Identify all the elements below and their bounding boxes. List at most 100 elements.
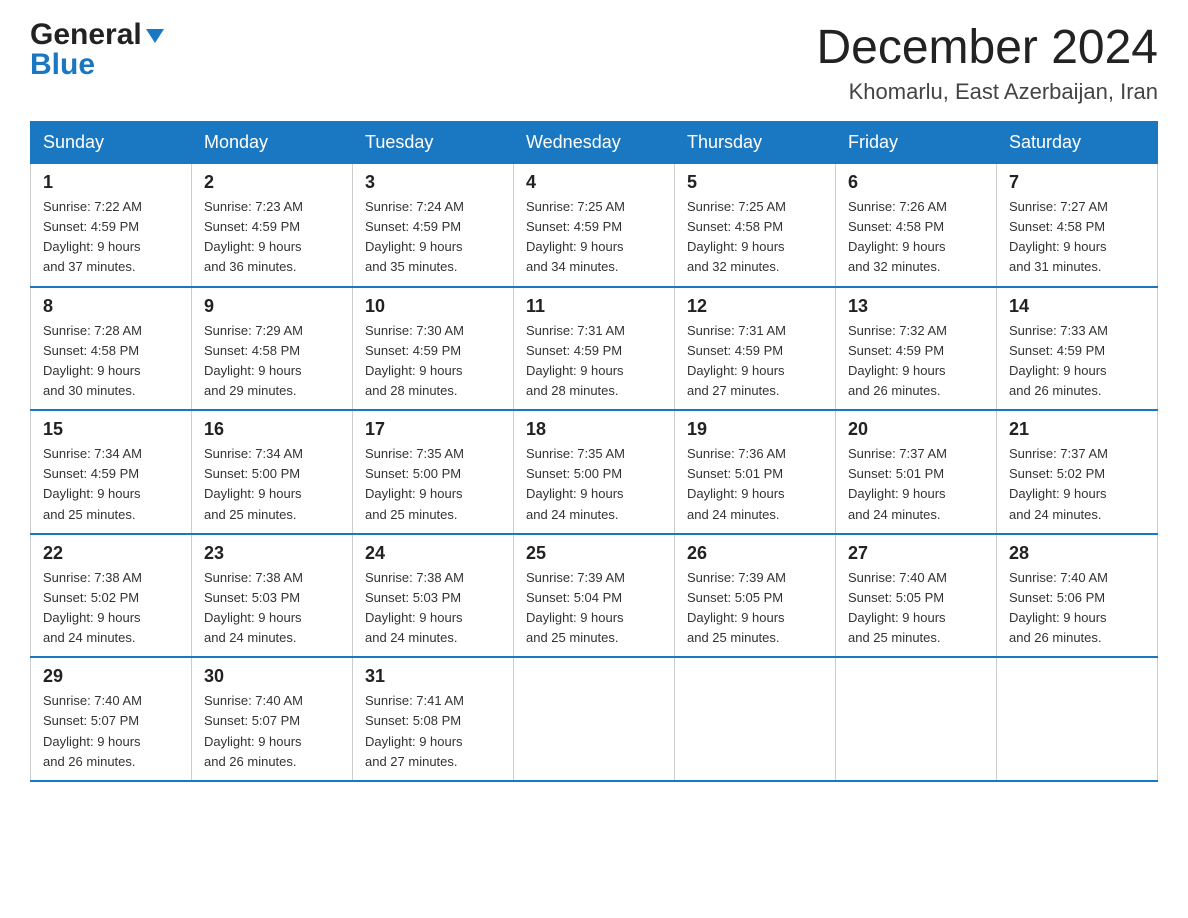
day-info: Sunrise: 7:40 AMSunset: 5:05 PMDaylight:… <box>848 568 984 649</box>
calendar-table: SundayMondayTuesdayWednesdayThursdayFrid… <box>30 121 1158 782</box>
logo-general-text: General <box>30 20 142 50</box>
day-info: Sunrise: 7:30 AMSunset: 4:59 PMDaylight:… <box>365 321 501 402</box>
day-number: 1 <box>43 172 179 193</box>
day-number: 14 <box>1009 296 1145 317</box>
day-info: Sunrise: 7:31 AMSunset: 4:59 PMDaylight:… <box>687 321 823 402</box>
day-number: 23 <box>204 543 340 564</box>
calendar-cell: 2 Sunrise: 7:23 AMSunset: 4:59 PMDaylight… <box>192 164 353 287</box>
day-number: 21 <box>1009 419 1145 440</box>
calendar-cell: 22 Sunrise: 7:38 AMSunset: 5:02 PMDayligh… <box>31 534 192 658</box>
day-number: 30 <box>204 666 340 687</box>
day-number: 20 <box>848 419 984 440</box>
day-number: 6 <box>848 172 984 193</box>
calendar-cell: 15 Sunrise: 7:34 AMSunset: 4:59 PMDayligh… <box>31 410 192 534</box>
page-header: General Blue December 2024 Khomarlu, Eas… <box>30 20 1158 105</box>
calendar-cell: 23 Sunrise: 7:38 AMSunset: 5:03 PMDayligh… <box>192 534 353 658</box>
calendar-cell: 31 Sunrise: 7:41 AMSunset: 5:08 PMDayligh… <box>353 657 514 781</box>
calendar-cell: 8 Sunrise: 7:28 AMSunset: 4:58 PMDaylight… <box>31 287 192 411</box>
calendar-cell <box>997 657 1158 781</box>
day-info: Sunrise: 7:27 AMSunset: 4:58 PMDaylight:… <box>1009 197 1145 278</box>
calendar-cell: 11Sunrise: 7:31 AMSunset: 4:59 PMDayligh… <box>514 287 675 411</box>
day-number: 26 <box>687 543 823 564</box>
day-info: Sunrise: 7:40 AMSunset: 5:07 PMDaylight:… <box>43 691 179 772</box>
calendar-week-row: 1Sunrise: 7:22 AMSunset: 4:59 PMDaylight… <box>31 164 1158 287</box>
day-info: Sunrise: 7:36 AMSunset: 5:01 PMDaylight:… <box>687 444 823 525</box>
day-info: Sunrise: 7:39 AMSunset: 5:05 PMDaylight:… <box>687 568 823 649</box>
day-number: 3 <box>365 172 501 193</box>
day-info: Sunrise: 7:38 AMSunset: 5:03 PMDaylight:… <box>365 568 501 649</box>
calendar-cell: 30 Sunrise: 7:40 AMSunset: 5:07 PMDayligh… <box>192 657 353 781</box>
day-info: Sunrise: 7:41 AMSunset: 5:08 PMDaylight:… <box>365 691 501 772</box>
location-title: Khomarlu, East Azerbaijan, Iran <box>816 79 1158 105</box>
calendar-cell: 19Sunrise: 7:36 AMSunset: 5:01 PMDayligh… <box>675 410 836 534</box>
day-info: Sunrise: 7:33 AMSunset: 4:59 PMDaylight:… <box>1009 321 1145 402</box>
logo: General Blue <box>30 20 166 80</box>
day-number: 13 <box>848 296 984 317</box>
day-info: Sunrise: 7:40 AMSunset: 5:07 PMDaylight:… <box>204 691 340 772</box>
day-info: Sunrise: 7:38 AMSunset: 5:03 PMDaylight:… <box>204 568 340 649</box>
day-number: 17 <box>365 419 501 440</box>
day-header-thursday: Thursday <box>675 122 836 164</box>
calendar-cell: 7 Sunrise: 7:27 AMSunset: 4:58 PMDaylight… <box>997 164 1158 287</box>
day-info: Sunrise: 7:38 AMSunset: 5:02 PMDaylight:… <box>43 568 179 649</box>
day-info: Sunrise: 7:37 AMSunset: 5:02 PMDaylight:… <box>1009 444 1145 525</box>
calendar-cell: 3Sunrise: 7:24 AMSunset: 4:59 PMDaylight… <box>353 164 514 287</box>
day-number: 10 <box>365 296 501 317</box>
day-info: Sunrise: 7:25 AMSunset: 4:58 PMDaylight:… <box>687 197 823 278</box>
day-header-sunday: Sunday <box>31 122 192 164</box>
calendar-week-row: 8 Sunrise: 7:28 AMSunset: 4:58 PMDaylight… <box>31 287 1158 411</box>
calendar-cell: 29 Sunrise: 7:40 AMSunset: 5:07 PMDayligh… <box>31 657 192 781</box>
day-info: Sunrise: 7:34 AMSunset: 4:59 PMDaylight:… <box>43 444 179 525</box>
day-info: Sunrise: 7:28 AMSunset: 4:58 PMDaylight:… <box>43 321 179 402</box>
calendar-cell: 24 Sunrise: 7:38 AMSunset: 5:03 PMDayligh… <box>353 534 514 658</box>
calendar-week-row: 29 Sunrise: 7:40 AMSunset: 5:07 PMDayligh… <box>31 657 1158 781</box>
day-number: 29 <box>43 666 179 687</box>
day-number: 12 <box>687 296 823 317</box>
day-number: 25 <box>526 543 662 564</box>
day-info: Sunrise: 7:26 AMSunset: 4:58 PMDaylight:… <box>848 197 984 278</box>
calendar-cell: 25Sunrise: 7:39 AMSunset: 5:04 PMDayligh… <box>514 534 675 658</box>
calendar-cell: 27 Sunrise: 7:40 AMSunset: 5:05 PMDayligh… <box>836 534 997 658</box>
day-number: 4 <box>526 172 662 193</box>
day-number: 31 <box>365 666 501 687</box>
logo-arrow-icon <box>144 25 166 47</box>
day-info: Sunrise: 7:32 AMSunset: 4:59 PMDaylight:… <box>848 321 984 402</box>
day-number: 7 <box>1009 172 1145 193</box>
day-info: Sunrise: 7:34 AMSunset: 5:00 PMDaylight:… <box>204 444 340 525</box>
day-number: 28 <box>1009 543 1145 564</box>
calendar-cell: 9 Sunrise: 7:29 AMSunset: 4:58 PMDaylight… <box>192 287 353 411</box>
day-info: Sunrise: 7:35 AMSunset: 5:00 PMDaylight:… <box>365 444 501 525</box>
day-header-saturday: Saturday <box>997 122 1158 164</box>
day-info: Sunrise: 7:25 AMSunset: 4:59 PMDaylight:… <box>526 197 662 278</box>
calendar-cell: 10 Sunrise: 7:30 AMSunset: 4:59 PMDayligh… <box>353 287 514 411</box>
calendar-title-area: December 2024 Khomarlu, East Azerbaijan,… <box>816 20 1158 105</box>
day-number: 9 <box>204 296 340 317</box>
day-number: 24 <box>365 543 501 564</box>
day-info: Sunrise: 7:29 AMSunset: 4:58 PMDaylight:… <box>204 321 340 402</box>
calendar-cell: 26 Sunrise: 7:39 AMSunset: 5:05 PMDayligh… <box>675 534 836 658</box>
day-header-monday: Monday <box>192 122 353 164</box>
calendar-week-row: 22 Sunrise: 7:38 AMSunset: 5:02 PMDayligh… <box>31 534 1158 658</box>
day-number: 22 <box>43 543 179 564</box>
day-number: 27 <box>848 543 984 564</box>
day-number: 2 <box>204 172 340 193</box>
day-info: Sunrise: 7:23 AMSunset: 4:59 PMDaylight:… <box>204 197 340 278</box>
calendar-cell: 16Sunrise: 7:34 AMSunset: 5:00 PMDayligh… <box>192 410 353 534</box>
day-info: Sunrise: 7:35 AMSunset: 5:00 PMDaylight:… <box>526 444 662 525</box>
day-number: 8 <box>43 296 179 317</box>
calendar-cell: 5Sunrise: 7:25 AMSunset: 4:58 PMDaylight… <box>675 164 836 287</box>
calendar-cell: 4 Sunrise: 7:25 AMSunset: 4:59 PMDaylight… <box>514 164 675 287</box>
logo-blue-text: Blue <box>30 48 95 81</box>
calendar-cell <box>514 657 675 781</box>
calendar-cell: 20Sunrise: 7:37 AMSunset: 5:01 PMDayligh… <box>836 410 997 534</box>
day-number: 15 <box>43 419 179 440</box>
calendar-header-row: SundayMondayTuesdayWednesdayThursdayFrid… <box>31 122 1158 164</box>
day-header-friday: Friday <box>836 122 997 164</box>
calendar-cell: 6 Sunrise: 7:26 AMSunset: 4:58 PMDaylight… <box>836 164 997 287</box>
calendar-cell <box>836 657 997 781</box>
day-header-wednesday: Wednesday <box>514 122 675 164</box>
calendar-cell: 12 Sunrise: 7:31 AMSunset: 4:59 PMDayligh… <box>675 287 836 411</box>
calendar-cell: 14 Sunrise: 7:33 AMSunset: 4:59 PMDayligh… <box>997 287 1158 411</box>
day-number: 11 <box>526 296 662 317</box>
calendar-cell: 17 Sunrise: 7:35 AMSunset: 5:00 PMDayligh… <box>353 410 514 534</box>
